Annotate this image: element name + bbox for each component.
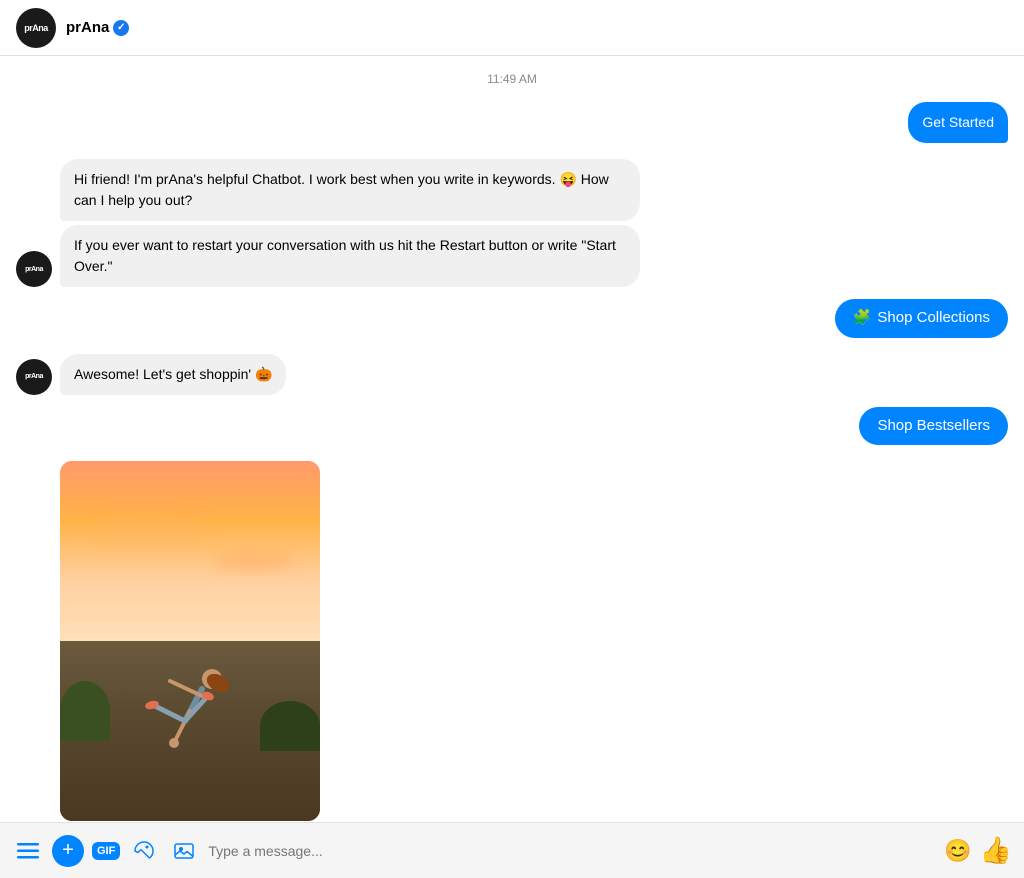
message-input[interactable] [208,837,936,865]
menu-icon[interactable] [12,835,44,867]
product-image [60,461,320,821]
shop-collections-button[interactable]: 🧩 Shop Collections [835,299,1008,338]
message-row-get-started: Get Started [16,102,1008,143]
timestamp: 11:49 AM [16,72,1008,86]
bot-bubble-2: If you ever want to restart your convers… [60,225,640,287]
header-brand-name: prAna ✓ [66,19,129,36]
verified-icon: ✓ [113,20,129,36]
bot-avatar: prAna [16,251,52,287]
bush-2 [260,701,320,751]
bot-awesome-group: prAna Awesome! Let's get shoppin' 🎃 [16,354,1008,395]
message-row-bot-1: prAna Hi friend! I'm prAna's helpful Cha… [16,159,1008,287]
image-actions: ⬆ ↩ ··· [60,821,1008,822]
yoga-figure [140,631,240,781]
bottom-toolbar: + GIF 😊 👍 [0,822,1024,878]
bot-avatar-2: prAna [16,359,52,395]
gallery-icon[interactable] [168,835,200,867]
header: prAna prAna ✓ [0,0,1024,56]
avatar-text: prAna [24,23,48,33]
chat-area: 11:49 AM Get Started prAna Hi friend! I'… [0,56,1024,822]
bot-bubble-1: Hi friend! I'm prAna's helpful Chatbot. … [60,159,640,221]
cloud-1 [86,515,206,545]
message-row-shop-bestsellers: Shop Bestsellers [16,407,1008,446]
message-row-shop-collections: 🧩 Shop Collections [16,299,1008,338]
product-image-card [60,461,320,821]
shop-bestsellers-button[interactable]: Shop Bestsellers [859,407,1008,446]
brand-avatar: prAna [16,8,56,48]
emoji-icon[interactable]: 😊 [944,838,971,864]
gif-button[interactable]: GIF [92,842,120,860]
bush-1 [60,681,110,741]
plus-icon[interactable]: + [52,835,84,867]
bot-message-group: prAna Hi friend! I'm prAna's helpful Cha… [16,159,1008,287]
message-row-bot-awesome: prAna Awesome! Let's get shoppin' 🎃 [16,354,1008,395]
sticker-icon[interactable] [128,835,160,867]
cloud-2 [214,551,294,571]
bot-bubble-awesome: Awesome! Let's get shoppin' 🎃 [60,354,286,395]
get-started-bubble[interactable]: Get Started [908,102,1008,143]
like-icon[interactable]: 👍 [980,835,1012,866]
shop-collections-emoji: 🧩 [853,307,872,330]
